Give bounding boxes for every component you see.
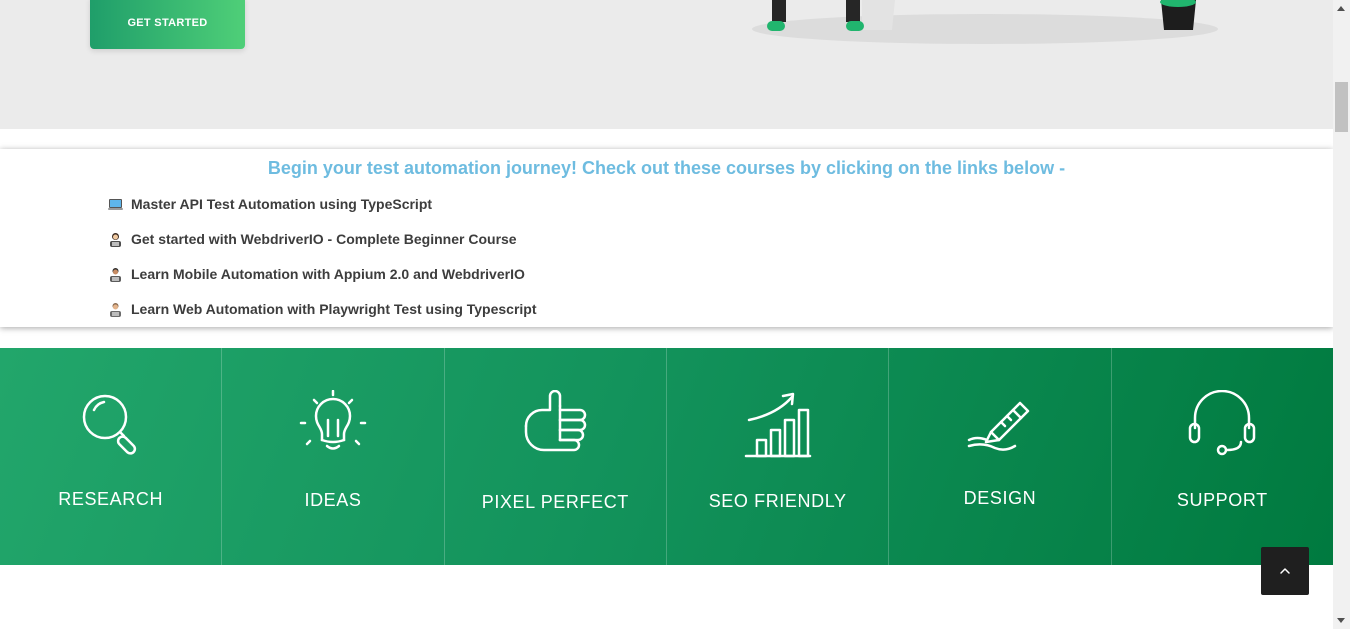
scroll-down-arrow-icon[interactable] — [1337, 618, 1345, 623]
woman-technologist-icon — [108, 232, 123, 247]
chevron-up-icon — [1280, 568, 1290, 574]
get-started-button[interactable]: GET STARTED — [90, 0, 245, 49]
thumbs-up-icon — [525, 390, 587, 452]
features-band: RESEARCH IDEAS PIXEL PERFECT SEO FRIENDL… — [0, 348, 1333, 565]
lightbulb-icon — [299, 390, 367, 450]
course-link-label: Learn Web Automation with Playwright Tes… — [131, 301, 537, 317]
headset-icon — [1189, 390, 1256, 456]
feature-label: PIXEL PERFECT — [481, 492, 629, 512]
feature-design: DESIGN — [889, 348, 1112, 565]
laptop-icon — [108, 197, 123, 212]
course-link-api-typescript[interactable]: Master API Test Automation using TypeScr… — [108, 196, 432, 212]
hero-section: GET STARTED — [0, 0, 1333, 129]
feature-label: SUPPORT — [1176, 490, 1268, 510]
course-link-label: Master API Test Automation using TypeScr… — [131, 196, 433, 212]
feature-pixel-perfect: PIXEL PERFECT — [445, 348, 667, 565]
magnifier-icon — [82, 394, 136, 455]
courses-heading: Begin your test automation journey! Chec… — [267, 158, 1066, 178]
growth-chart-icon — [744, 392, 811, 458]
scroll-up-arrow-icon[interactable] — [1337, 6, 1345, 11]
pen-icon — [967, 401, 1030, 451]
courses-panel: Begin your test automation journey! Chec… — [0, 149, 1333, 327]
feature-label: DESIGN — [963, 488, 1037, 508]
feature-support: SUPPORT — [1112, 348, 1333, 565]
course-link-playwright-typescript[interactable]: Learn Web Automation with Playwright Tes… — [108, 301, 537, 317]
feature-label: RESEARCH — [58, 489, 164, 509]
feature-label: SEO FRIENDLY — [708, 491, 847, 511]
feature-ideas: IDEAS — [222, 348, 445, 565]
feature-research: RESEARCH — [0, 348, 223, 565]
technologist-icon — [108, 302, 123, 317]
course-link-label: Learn Mobile Automation with Appium 2.0 … — [131, 266, 525, 282]
scroll-to-top-button[interactable] — [1261, 547, 1309, 595]
scrollbar-thumb[interactable] — [1335, 82, 1348, 132]
course-link-label: Get started with WebdriverIO - Complete … — [131, 231, 517, 247]
vertical-scrollbar[interactable] — [1333, 0, 1350, 629]
feature-label: IDEAS — [304, 490, 362, 510]
man-technologist-icon — [108, 267, 123, 282]
hero-illustration — [752, 0, 1218, 44]
feature-seo-friendly: SEO FRIENDLY — [667, 348, 890, 565]
course-link-appium-webdriverio[interactable]: Learn Mobile Automation with Appium 2.0 … — [108, 266, 525, 282]
course-link-webdriverio-beginner[interactable]: Get started with WebdriverIO - Complete … — [108, 231, 517, 247]
